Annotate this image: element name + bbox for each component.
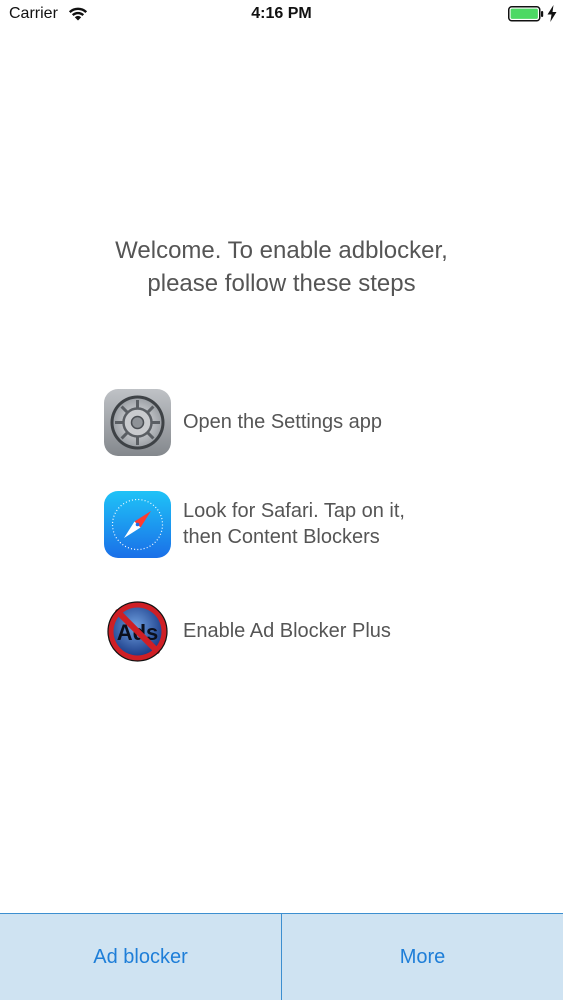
step-label: Enable Ad Blocker Plus — [183, 620, 391, 642]
step-look-for-safari: Look for Safari. Tap on it, then Content… — [104, 491, 524, 559]
battery-full-icon — [508, 6, 544, 22]
safari-app-icon — [104, 491, 171, 558]
step-label: Open the Settings app — [183, 411, 383, 433]
ad-blocker-plus-icon: Ads — [107, 601, 168, 662]
status-bar: Carrier 4:16 PM — [0, 0, 563, 30]
step-label: Look for Safari. Tap on it, then Content… — [183, 500, 405, 548]
welcome-message: Welcome. To enable adblocker, please fol… — [115, 237, 448, 297]
charging-bolt-icon — [547, 5, 557, 22]
status-time: 4:16 PM — [251, 5, 312, 22]
step-open-settings: Open the Settings app — [104, 389, 524, 457]
settings-app-icon — [104, 389, 171, 456]
step-enable-ad-blocker-plus: Ads Enable Ad Blocker Plus — [104, 598, 524, 666]
tab-more[interactable]: More — [282, 914, 563, 1000]
tab-ad-blocker[interactable]: Ad blocker — [0, 914, 281, 1000]
tab-bar: Ad blocker More — [0, 913, 563, 1000]
